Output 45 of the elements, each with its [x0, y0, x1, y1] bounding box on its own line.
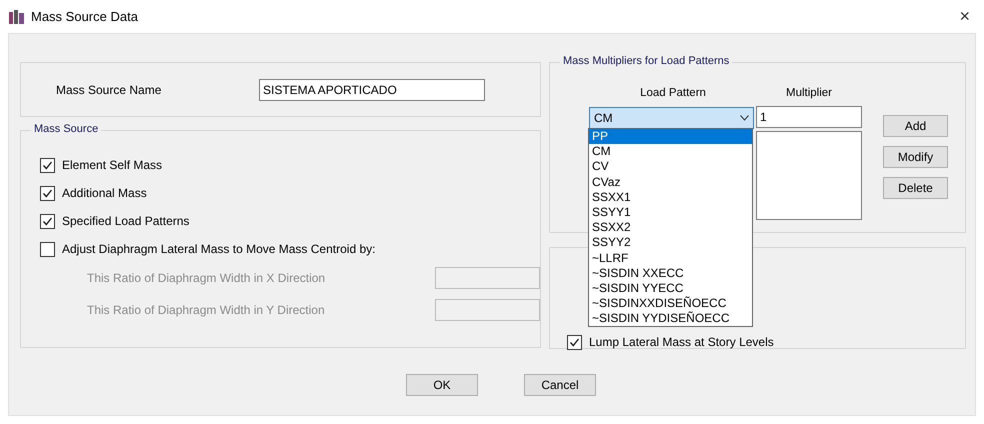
chevron-down-icon	[740, 115, 749, 121]
dropdown-option[interactable]: ~SISDIN YYDISEÑOECC	[589, 311, 752, 326]
dropdown-option[interactable]: CVaz	[589, 174, 752, 190]
group-title: Mass Multipliers for Load Patterns	[560, 55, 732, 67]
checkbox[interactable]	[40, 158, 55, 172]
checkbox[interactable]	[40, 242, 55, 256]
checkbox-label: Element Self Mass	[62, 158, 162, 172]
dropdown-option[interactable]: PP	[589, 129, 752, 144]
field-label: Mass Source Name	[56, 82, 162, 96]
dropdown-option[interactable]: SSXX2	[589, 220, 752, 236]
group-title: Mass Source	[31, 123, 102, 135]
window-title: Mass Source Data	[31, 9, 138, 24]
checkbox[interactable]	[40, 214, 55, 228]
action-button[interactable]: Modify	[883, 146, 948, 168]
dialog-button[interactable]: Cancel	[524, 374, 596, 396]
dropdown-option[interactable]: ~LLRF	[589, 250, 752, 266]
dropdown-option[interactable]: ~SISDIN XXECC	[589, 266, 752, 281]
input-field[interactable]	[434, 267, 540, 289]
dialog-button[interactable]: OK	[406, 374, 478, 396]
checkbox-label: Specified Load Patterns	[62, 214, 190, 228]
load-pattern-dropdown[interactable]: CM	[589, 107, 754, 129]
column-header: Load Pattern	[639, 87, 707, 99]
checkbox[interactable]	[567, 334, 582, 350]
app-icon	[9, 10, 25, 24]
multiplier-list[interactable]	[756, 131, 862, 220]
checkbox-label: Additional Mass	[62, 186, 147, 200]
checkbox[interactable]	[40, 186, 55, 200]
ratio-label: This Ratio of Diaphragm Width in Y Direction	[87, 303, 326, 317]
dropdown-option[interactable]: SSYY2	[589, 235, 752, 250]
checkbox-label: Adjust Diaphragm Lateral Mass to Move Mass Centroid by:	[62, 242, 376, 256]
dropdown-option[interactable]: ~SISDIN YYECC	[589, 280, 752, 296]
action-button[interactable]: Add	[883, 115, 948, 137]
dropdown-option[interactable]: SSYY1	[589, 204, 752, 220]
action-button[interactable]: Delete	[883, 177, 948, 199]
input-field[interactable]	[434, 299, 540, 321]
dropdown-option[interactable]: ~SISDINXXDISEÑOECC	[589, 296, 752, 312]
ratio-label: This Ratio of Diaphragm Width in X Direction	[87, 271, 326, 285]
input-field[interactable]: SISTEMA APORTICADO	[259, 78, 485, 100]
checkbox-label: Lump Lateral Mass at Story Levels	[589, 335, 774, 349]
close-button[interactable]: ×	[959, 6, 970, 27]
column-header: Multiplier	[784, 87, 833, 99]
dropdown-option[interactable]: CV	[589, 159, 752, 175]
multiplier-field[interactable]: 1	[756, 106, 862, 128]
dropdown-option[interactable]: SSXX1	[589, 190, 752, 205]
dropdown-option[interactable]: CM	[589, 144, 752, 160]
